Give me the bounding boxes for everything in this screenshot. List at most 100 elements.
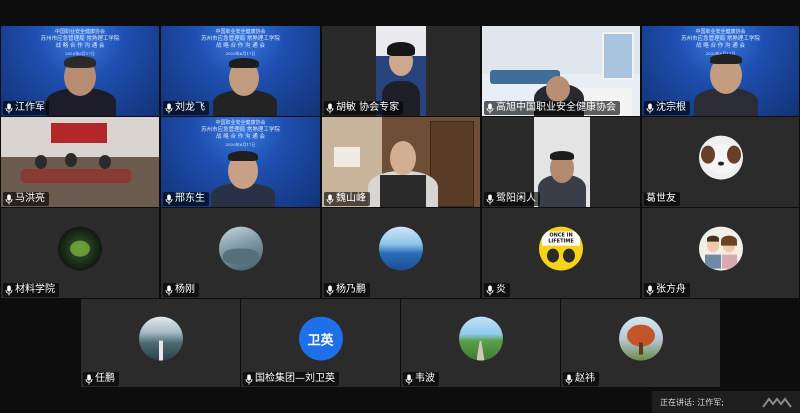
participant-name-tag: 魏山峰	[324, 192, 370, 206]
video-tile-shen-zonggen[interactable]: 中国职业安全健康协会 苏州市应急管理局 常熟理工学院 战 略 合 作 沟 通 会…	[642, 26, 799, 116]
banner-line: 战 略 合 作 沟 通 会	[55, 43, 105, 50]
cartoon-couple-avatar	[698, 226, 743, 271]
autumn-tree-avatar	[618, 316, 663, 361]
participant-name: 材料学院	[15, 284, 55, 295]
participant-name-tag: 鹭阳闲人	[484, 192, 540, 206]
microphone-icon	[165, 103, 173, 114]
banner-line: 战 略 合 作 沟 通 会	[216, 43, 265, 50]
participant-name: 炎	[496, 284, 506, 295]
participant-name: 魏山峰	[336, 193, 366, 204]
banner-line: 中国职业安全健康协会	[695, 29, 746, 35]
video-tile-hu-min[interactable]: 胡敏 协会专家	[322, 26, 480, 116]
participant-video	[46, 54, 116, 116]
participant-video	[534, 117, 590, 207]
sea-avatar	[379, 226, 423, 271]
participant-video	[213, 58, 277, 116]
video-tile-ge-shiyou[interactable]: 葛世友	[642, 117, 799, 207]
video-tile-liu-longfei[interactable]: 中国职业安全健康协会 苏州市应急管理局 常熟理工学院 战 略 合 作 沟 通 会…	[161, 26, 320, 116]
banner-line: 中国职业安全健康协会	[215, 120, 266, 126]
landscape-avatar	[218, 226, 263, 271]
video-tile-xing-dongsheng[interactable]: 中国职业安全健康协会 苏州市应急管理局 常熟理工学院 战 略 合 作 沟 通 会…	[161, 117, 320, 207]
video-tile-gao-xu[interactable]: 高旭中国职业安全健康协会	[482, 26, 640, 116]
microphone-icon	[646, 285, 654, 296]
microphone-icon	[5, 194, 13, 205]
video-tile-cailiao-xueyuan[interactable]: 材料学院	[1, 208, 159, 298]
participant-video	[694, 54, 758, 116]
participant-name: 杨刚	[175, 284, 195, 295]
video-tile-zhang-fangzhou[interactable]: 张方舟	[642, 208, 799, 298]
night-scene-avatar	[58, 226, 102, 271]
participant-name: 胡敏 协会专家	[336, 102, 400, 113]
participant-name: 葛世友	[646, 193, 676, 204]
microphone-icon	[165, 194, 173, 205]
dog-avatar	[698, 135, 743, 180]
microphone-icon	[405, 374, 413, 385]
text-avatar: 卫英	[298, 316, 343, 361]
participant-name: 张方舟	[656, 284, 686, 295]
video-tile-jiang[interactable]: 中国职业安全健康协会 苏州市应急管理局 常熟理工学院 战 略 合 作 沟 通 会…	[1, 26, 159, 116]
video-tile-wei-bo[interactable]: 韦波	[401, 299, 560, 387]
participant-name-tag: 高旭中国职业安全健康协会	[484, 101, 620, 115]
once-in-lifetime-avatar: ONCE IN LIFETIME	[539, 226, 583, 271]
participant-name-tag: 炎	[484, 283, 510, 297]
participant-name-tag: 任鹏	[83, 372, 119, 386]
microphone-icon	[5, 285, 13, 296]
avatar-caption: ONCE IN LIFETIME	[542, 231, 580, 246]
participant-name: 杨乃鹏	[336, 284, 366, 295]
participant-name: 马洪亮	[15, 193, 45, 204]
participant-name-tag: 赵祎	[563, 372, 599, 386]
participant-video	[211, 151, 275, 207]
road-avatar	[458, 316, 503, 361]
participant-name: 高旭中国职业安全健康协会	[496, 102, 616, 113]
microphone-icon	[165, 285, 173, 296]
participant-name: 沈宗根	[656, 102, 686, 113]
speaker-status-bar: 正在讲话: 江作军;	[652, 391, 800, 413]
microphone-icon	[245, 374, 253, 385]
banner-line: 中国职业安全健康协会	[54, 29, 105, 35]
banner-line: 战 略 合 作 沟 通 会	[216, 134, 265, 141]
microphone-icon	[486, 285, 494, 296]
banner-line: 2020年6月17日	[225, 141, 256, 147]
microphone-icon	[326, 194, 334, 205]
participant-name-tag: 杨乃鹏	[324, 283, 370, 297]
banner-line: 战 略 合 作 沟 通 会	[696, 43, 745, 50]
video-tile-yan[interactable]: ONCE IN LIFETIME 炎	[482, 208, 640, 298]
participant-name: 赵祎	[575, 373, 595, 384]
participant-name: 任鹏	[95, 373, 115, 384]
participant-name: 邢东生	[175, 193, 205, 204]
participant-name: 江作军	[15, 102, 45, 113]
avatar-initials: 卫英	[307, 333, 334, 349]
app-logo-icon	[762, 397, 792, 408]
participant-name-tag: 马洪亮	[3, 192, 49, 206]
participant-name-tag: 国检集团—刘卫英	[243, 372, 339, 386]
participant-name-tag: 胡敏 协会专家	[324, 101, 404, 115]
participant-name: 刘龙飞	[175, 102, 205, 113]
microphone-icon	[5, 103, 13, 114]
microphone-icon	[326, 285, 334, 296]
video-tile-ren-peng[interactable]: 任鹏	[81, 299, 240, 387]
participant-name-tag: 张方舟	[644, 283, 690, 297]
video-tile-ma-hongliang[interactable]: 马洪亮	[1, 117, 159, 207]
video-tile-zhao-yi[interactable]: 赵祎	[561, 299, 720, 387]
participant-name-tag: 韦波	[403, 372, 439, 386]
participant-name-tag: 材料学院	[3, 283, 59, 297]
video-tile-wei-shanfeng[interactable]: 魏山峰	[322, 117, 480, 207]
microphone-icon	[85, 374, 93, 385]
video-tile-luyang-xianren[interactable]: 鹭阳闲人	[482, 117, 640, 207]
participant-name-tag: 江作军	[3, 101, 49, 115]
microphone-icon	[486, 194, 494, 205]
participant-name-tag: 沈宗根	[644, 101, 690, 115]
current-speaker-text: 正在讲话: 江作军;	[660, 397, 724, 407]
microphone-icon	[326, 103, 334, 114]
participant-name-tag: 葛世友	[644, 192, 680, 206]
microphone-icon	[646, 103, 654, 114]
video-tile-liu-weiying[interactable]: 卫英 国检集团—刘卫英	[241, 299, 400, 387]
participant-name: 鹭阳闲人	[496, 193, 536, 204]
participant-name-tag: 邢东生	[163, 192, 209, 206]
video-tile-yang-naipeng[interactable]: 杨乃鹏	[322, 208, 480, 298]
banner-line: 2020年6月17日	[225, 50, 256, 56]
valley-avatar	[138, 316, 183, 361]
participant-name: 国检集团—刘卫英	[255, 373, 335, 384]
video-tile-yang-gang[interactable]: 杨刚	[161, 208, 320, 298]
microphone-icon	[565, 374, 573, 385]
